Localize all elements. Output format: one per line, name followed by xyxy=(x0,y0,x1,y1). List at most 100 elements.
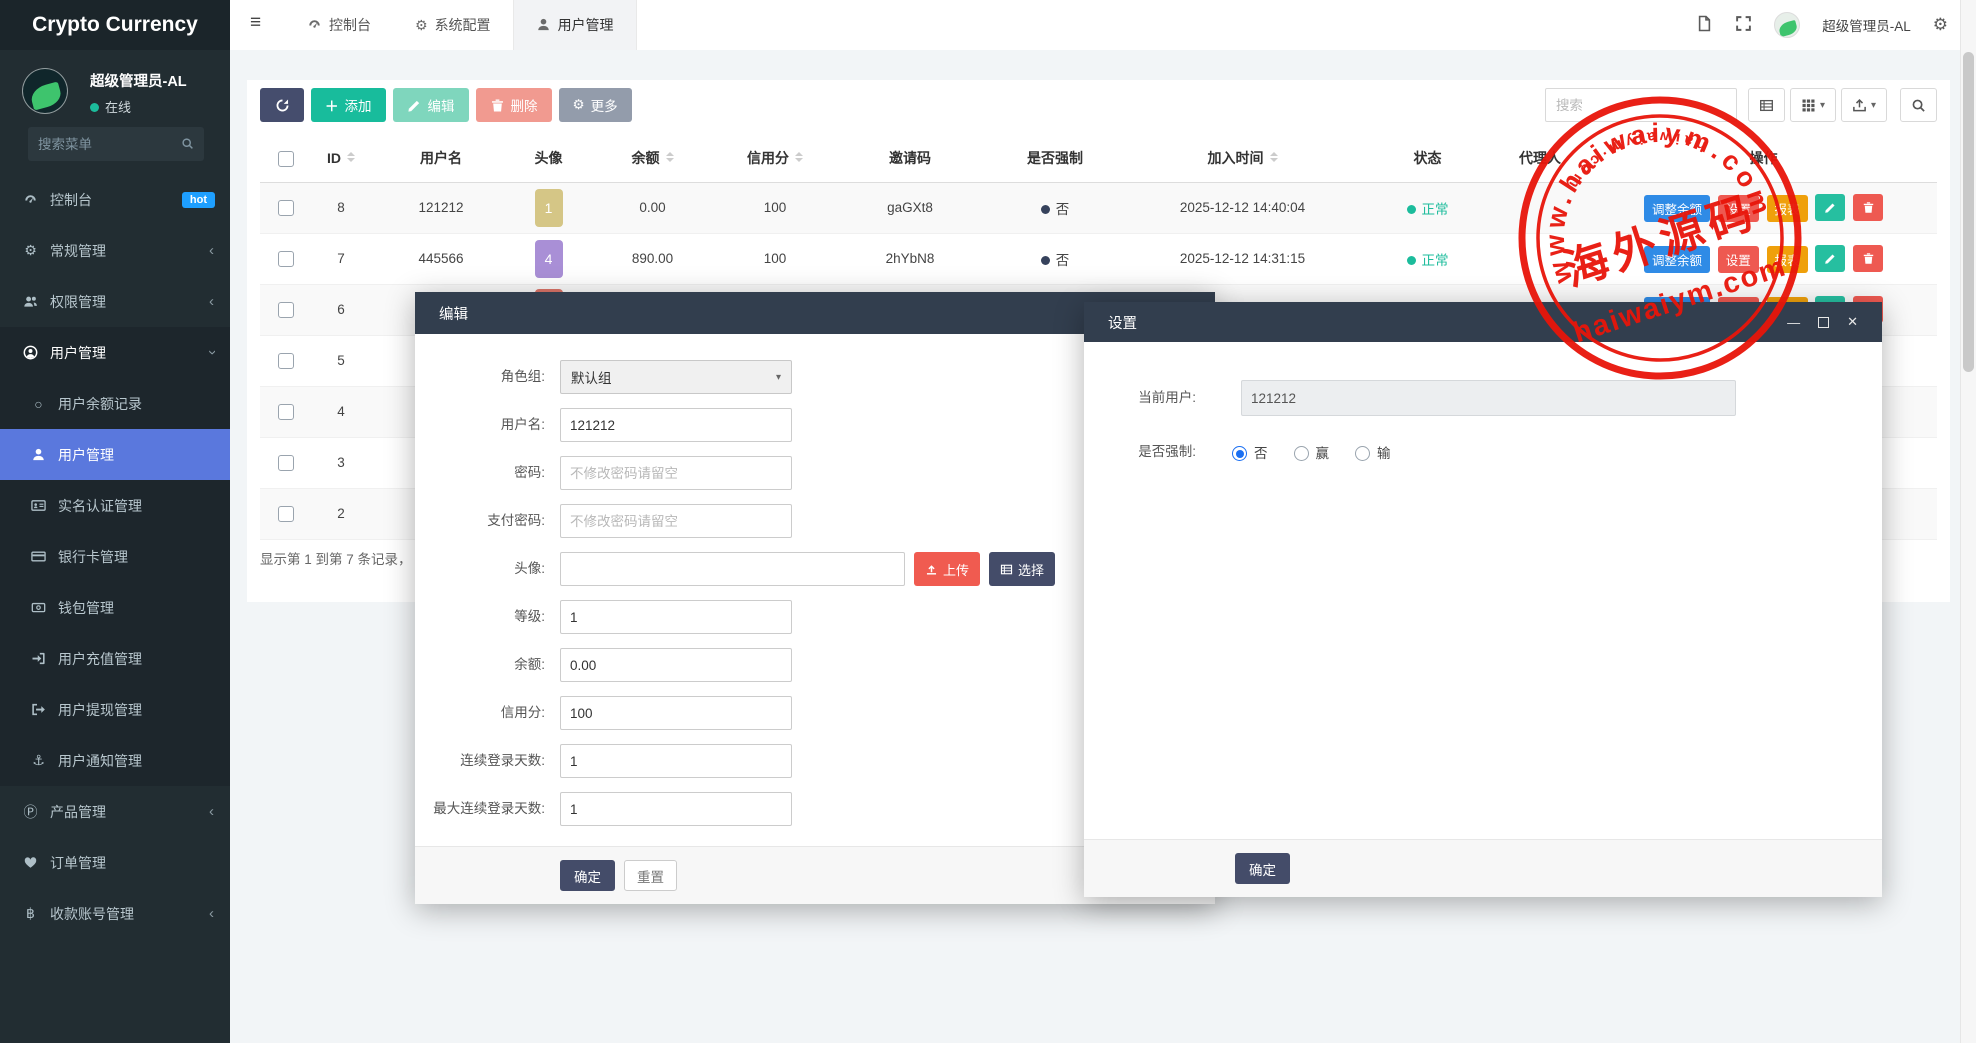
fullscreen-icon[interactable] xyxy=(1735,15,1752,35)
cell-credit: 100 xyxy=(720,182,830,233)
col-credit-header[interactable]: 信用分 xyxy=(720,135,830,182)
refresh-button[interactable] xyxy=(260,88,304,122)
sidebar-user-panel: 超级管理员-AL 在线 xyxy=(0,50,230,126)
doc-icon[interactable] xyxy=(1696,15,1713,35)
sidebar-item-notice[interactable]: ⚓用户通知管理 xyxy=(0,735,230,786)
search-toggle-button[interactable] xyxy=(1900,88,1937,122)
sidebar-item-general[interactable]: ⚙常规管理‹ xyxy=(0,225,230,276)
sidebar-item-payment-account[interactable]: ฿收款账号管理‹ xyxy=(0,888,230,939)
row-edit-button[interactable] xyxy=(1815,245,1845,272)
sidebar-item-realname[interactable]: 实名认证管理 xyxy=(0,480,230,531)
sidebar-item-balance-log[interactable]: ○用户余额记录 xyxy=(0,378,230,429)
row-checkbox[interactable] xyxy=(278,353,294,369)
col-balance-header[interactable]: 余额 xyxy=(585,135,720,182)
bitcoin-icon: ฿ xyxy=(22,905,39,922)
radio-option-lose[interactable]: 输 xyxy=(1355,442,1391,462)
edit-button[interactable]: 编辑 xyxy=(393,88,469,122)
sidebar-item-product[interactable]: Ⓟ产品管理‹ xyxy=(0,786,230,837)
username-field[interactable] xyxy=(560,408,792,442)
settings-modal-header[interactable]: 设置 — ✕ xyxy=(1084,302,1882,342)
tab-system-config[interactable]: ⚙系统配置 xyxy=(393,0,513,50)
navbar-username[interactable]: 超级管理员-AL xyxy=(1822,15,1911,35)
username-label: 用户名: xyxy=(415,416,545,434)
row-checkbox[interactable] xyxy=(278,251,294,267)
avatar-field[interactable] xyxy=(560,552,905,586)
sidebar-search-input[interactable] xyxy=(38,137,181,152)
sidebar-item-user-mgmt-parent[interactable]: 用户管理‹ xyxy=(0,327,230,378)
col-id-header[interactable]: ID xyxy=(312,135,370,182)
tab-dashboard[interactable]: 控制台 xyxy=(285,0,393,50)
sidebar-item-dashboard[interactable]: 控制台hot xyxy=(0,174,230,225)
col-jointime-header[interactable]: 加入时间 xyxy=(1120,135,1365,182)
sidebar-item-bankcard[interactable]: 银行卡管理 xyxy=(0,531,230,582)
page-scrollbar[interactable] xyxy=(1960,0,1976,1043)
delete-button[interactable]: 删除 xyxy=(476,88,552,122)
credit-field[interactable] xyxy=(560,696,792,730)
sidebar-item-wallet[interactable]: 钱包管理 xyxy=(0,582,230,633)
sidebar-item-withdraw[interactable]: 用户提现管理 xyxy=(0,684,230,735)
row-checkbox[interactable] xyxy=(278,455,294,471)
sidebar-item-user-mgmt[interactable]: 用户管理 xyxy=(0,429,230,480)
cell-id: 4 xyxy=(312,386,370,437)
radio-option-no[interactable]: 否 xyxy=(1232,442,1268,462)
reset-button[interactable]: 重置 xyxy=(624,860,677,891)
pay-password-field[interactable] xyxy=(560,504,792,538)
cell-agent xyxy=(1490,233,1590,284)
more-button[interactable]: ⚙更多 xyxy=(559,88,632,122)
settings-button[interactable]: 设置 xyxy=(1718,195,1759,222)
login-days-field[interactable] xyxy=(560,744,792,778)
settings-button[interactable]: 设置 xyxy=(1718,246,1759,273)
upload-button[interactable]: 上传 xyxy=(914,552,980,586)
avatar-label: 头像: xyxy=(415,560,545,578)
choose-button[interactable]: 选择 xyxy=(989,552,1055,586)
sidebar-item-order[interactable]: 订单管理 xyxy=(0,837,230,888)
sidebar-user-status: 在线 xyxy=(90,97,230,116)
cell-username: 445566 xyxy=(370,233,512,284)
navbar-avatar[interactable] xyxy=(1774,12,1800,38)
sidebar-item-permission[interactable]: 权限管理‹ xyxy=(0,276,230,327)
add-button[interactable]: ＋添加 xyxy=(311,88,386,122)
cell-jointime: 2025-12-12 14:40:04 xyxy=(1120,182,1365,233)
menu-toggle-icon[interactable]: ≡ xyxy=(250,12,261,34)
app-logo[interactable]: Crypto Currency xyxy=(0,0,230,50)
export-icon xyxy=(1852,98,1867,113)
radio-selected-icon xyxy=(1232,446,1247,461)
adjust-balance-button[interactable]: 调整余额 xyxy=(1644,246,1710,273)
maximize-icon[interactable] xyxy=(1818,317,1829,328)
sidebar-item-recharge[interactable]: 用户充值管理 xyxy=(0,633,230,684)
password-field[interactable] xyxy=(560,456,792,490)
top-navbar: ≡ 控制台 ⚙系统配置 用户管理 超级管理员-AL ⚙ xyxy=(230,0,1976,50)
row-delete-button[interactable] xyxy=(1853,194,1883,221)
select-all-checkbox[interactable] xyxy=(278,151,294,167)
navbar-right: 超级管理员-AL ⚙ xyxy=(1696,0,1948,50)
table-search-input[interactable] xyxy=(1545,88,1737,122)
table-row: 8 121212 1 0.00 100 gaGXt8 否 2025-12-12 … xyxy=(260,182,1937,233)
avatar: 1 xyxy=(535,189,563,227)
tab-user-mgmt[interactable]: 用户管理 xyxy=(513,0,637,50)
report-button[interactable]: 报表 xyxy=(1767,246,1808,273)
row-checkbox[interactable] xyxy=(278,404,294,420)
role-select[interactable]: 默认组▾ xyxy=(560,360,792,394)
level-field[interactable] xyxy=(560,600,792,634)
radio-option-win[interactable]: 赢 xyxy=(1294,442,1330,462)
row-checkbox[interactable] xyxy=(278,200,294,216)
export-button[interactable]: ▾ xyxy=(1841,88,1887,122)
sign-in-icon xyxy=(30,651,47,666)
minimize-icon[interactable]: — xyxy=(1787,315,1800,330)
row-delete-button[interactable] xyxy=(1853,245,1883,272)
cell-actions: 调整余额 设置 报表 xyxy=(1590,182,1937,233)
row-checkbox[interactable] xyxy=(278,506,294,522)
columns-button[interactable]: ▾ xyxy=(1790,88,1836,122)
detail-view-button[interactable] xyxy=(1748,88,1785,122)
row-checkbox[interactable] xyxy=(278,302,294,318)
confirm-button[interactable]: 确定 xyxy=(1235,853,1290,884)
report-button[interactable]: 报表 xyxy=(1767,195,1808,222)
confirm-button[interactable]: 确定 xyxy=(560,860,615,891)
gear-icon[interactable]: ⚙ xyxy=(1933,15,1948,35)
adjust-balance-button[interactable]: 调整余额 xyxy=(1644,195,1710,222)
scrollbar-thumb[interactable] xyxy=(1963,52,1974,372)
max-login-days-field[interactable] xyxy=(560,792,792,826)
close-icon[interactable]: ✕ xyxy=(1847,314,1858,330)
balance-field[interactable] xyxy=(560,648,792,682)
row-edit-button[interactable] xyxy=(1815,194,1845,221)
